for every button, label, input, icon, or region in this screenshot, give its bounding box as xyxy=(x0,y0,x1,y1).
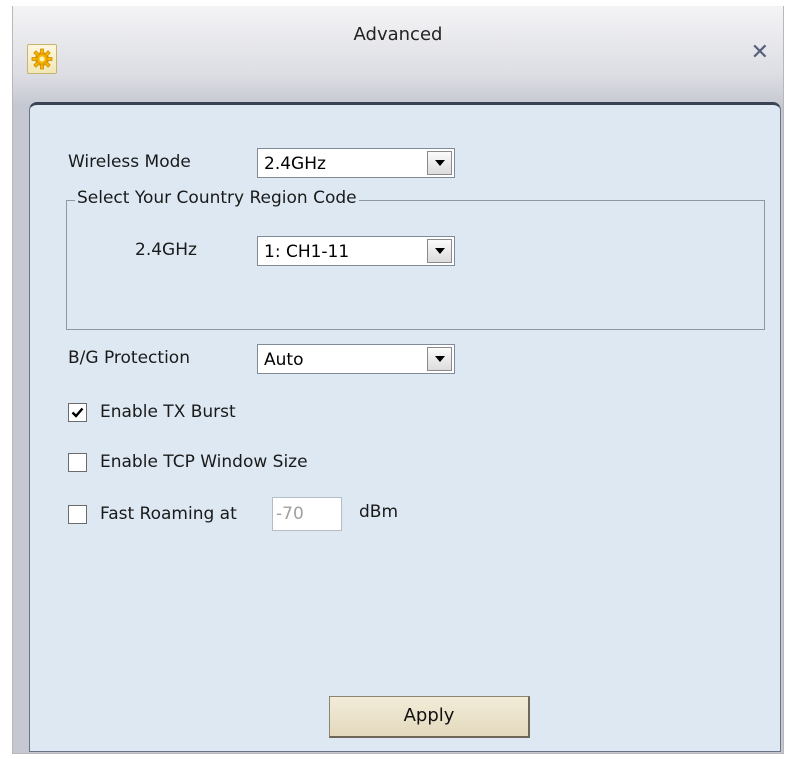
country-region-group-title: Select Your Country Region Code xyxy=(75,188,359,208)
fast-roaming-label: Fast Roaming at xyxy=(100,504,237,524)
fast-roaming-checkbox[interactable] xyxy=(68,505,87,524)
dropdown-button[interactable] xyxy=(427,347,452,371)
dropdown-button[interactable] xyxy=(427,239,452,263)
bg-protection-label: B/G Protection xyxy=(68,348,190,368)
fast-roaming-input[interactable]: -70 xyxy=(272,497,342,531)
chevron-down-icon xyxy=(435,248,445,254)
band-label: 2.4GHz xyxy=(135,240,197,260)
wireless-mode-select[interactable]: 2.4GHz xyxy=(257,148,455,178)
advanced-window: Advanced ✕ Wireless Mode 2.4GHz Select Y… xyxy=(12,6,784,754)
dbm-unit-label: dBm xyxy=(359,502,399,522)
close-icon[interactable]: ✕ xyxy=(751,42,769,64)
apply-button[interactable]: Apply xyxy=(329,696,530,738)
country-region-select[interactable]: 1: CH1-11 xyxy=(257,236,455,266)
fast-roaming-value: -70 xyxy=(276,504,304,524)
country-region-value: 1: CH1-11 xyxy=(264,242,350,262)
tx-burst-checkbox[interactable] xyxy=(68,403,87,422)
settings-panel: Wireless Mode 2.4GHz Select Your Country… xyxy=(29,102,781,752)
bg-protection-select[interactable]: Auto xyxy=(257,344,455,374)
tcp-window-checkbox[interactable] xyxy=(68,453,87,472)
wireless-mode-label: Wireless Mode xyxy=(68,152,191,172)
check-icon xyxy=(71,407,84,418)
tcp-window-label: Enable TCP Window Size xyxy=(100,452,308,472)
tx-burst-label: Enable TX Burst xyxy=(100,402,236,422)
dropdown-button[interactable] xyxy=(427,151,452,175)
gear-icon xyxy=(31,48,53,70)
wireless-mode-value: 2.4GHz xyxy=(264,154,326,174)
bg-protection-value: Auto xyxy=(264,350,304,370)
chevron-down-icon xyxy=(435,356,445,362)
chevron-down-icon xyxy=(435,160,445,166)
settings-tab[interactable] xyxy=(27,44,57,74)
window-title: Advanced xyxy=(353,24,443,45)
